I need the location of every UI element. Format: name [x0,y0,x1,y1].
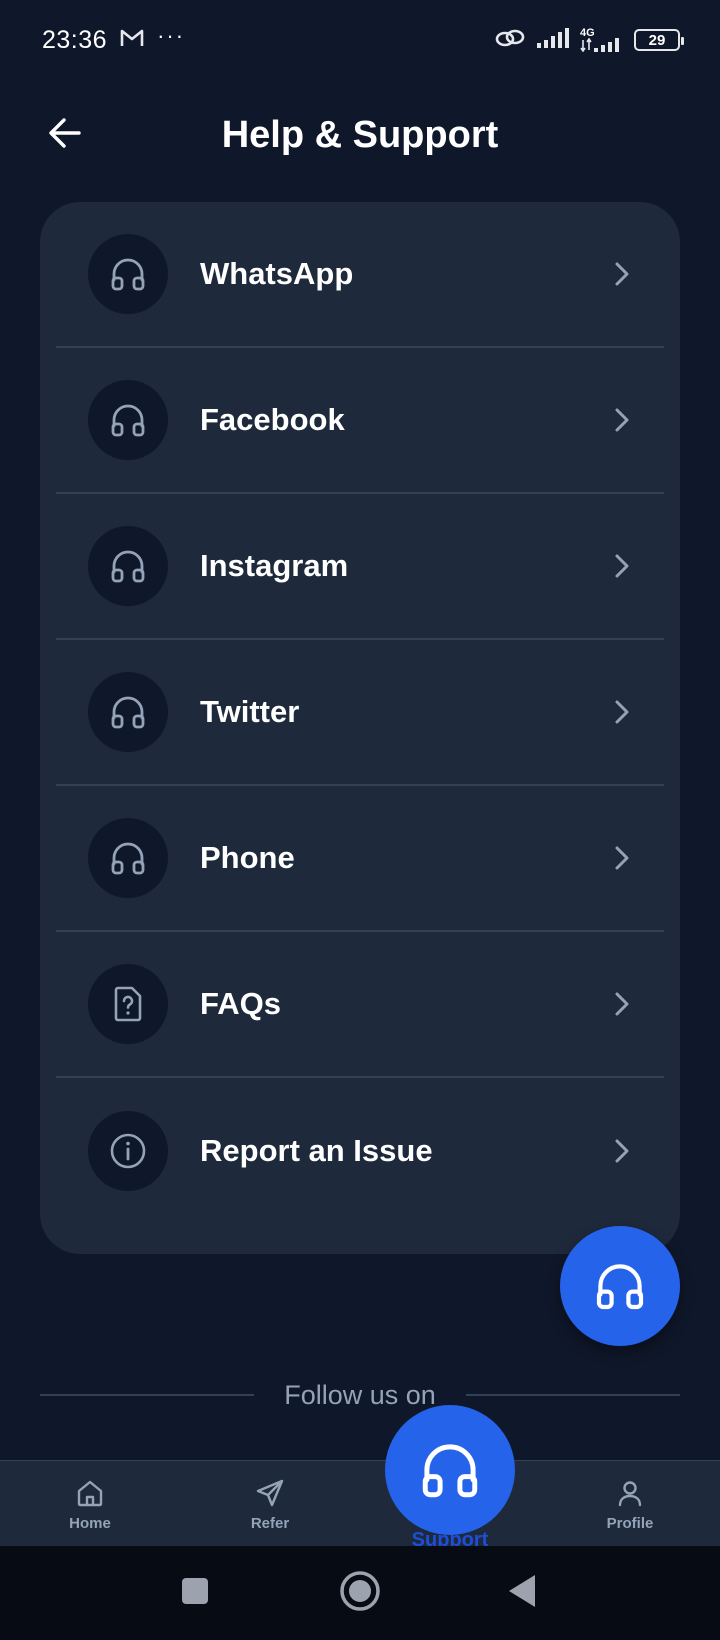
nav-refer[interactable]: Refer [200,1461,340,1547]
back-button[interactable] [40,108,90,158]
square-icon [182,1578,208,1604]
chevron-right-icon [612,990,632,1018]
more-notifications-icon: ··· [157,23,186,48]
nav-profile[interactable]: Profile [560,1461,700,1547]
page-title: Help & Support [221,113,499,156]
home-system-button[interactable] [335,1566,385,1616]
support-item-label: FAQs [200,986,281,1021]
support-item-label: Instagram [200,548,349,583]
circle-icon [340,1571,380,1611]
user-icon [618,1480,642,1506]
home-icon [77,1480,103,1506]
support-item-twitter[interactable]: Twitter [56,640,664,786]
headphones-icon [422,1444,478,1498]
signal-icon [536,27,570,54]
network-type: 4G [580,27,595,39]
headphones-icon [596,1264,644,1310]
support-item-phone[interactable]: Phone [56,786,664,932]
link-icon [494,27,526,54]
triangle-back-icon [509,1575,535,1607]
follow-us-divider: Follow us on [40,1375,681,1415]
battery-indicator: 29 [634,29,684,51]
chevron-right-icon [612,1137,632,1165]
status-right: 4G 29 [494,27,684,54]
nav-refer-label: Refer [250,1514,290,1532]
bottom-nav: Home Refer Support Profile [0,1460,720,1551]
chevron-right-icon [612,844,632,872]
status-time: 23:36 [42,25,108,54]
system-nav-bar [0,1546,720,1640]
headphones-icon [88,380,168,460]
support-item-whatsapp[interactable]: WhatsApp [56,202,664,348]
nav-profile-label: Profile [606,1514,654,1532]
support-item-label: WhatsApp [200,256,354,291]
nav-home-label: Home [69,1514,111,1532]
nav-support-button[interactable] [385,1405,515,1535]
headphones-icon [88,526,168,606]
gmail-icon [119,28,145,53]
chevron-right-icon [612,552,632,580]
chevron-right-icon [612,406,632,434]
back-system-button[interactable] [497,1566,547,1616]
support-item-label: Facebook [200,402,345,437]
headphones-icon [88,672,168,752]
chevron-right-icon [612,260,632,288]
header: Help & Support [0,80,720,190]
support-item-instagram[interactable]: Instagram [56,494,664,640]
support-item-faqs[interactable]: FAQs [56,932,664,1078]
status-left: 23:36 ··· [42,23,186,55]
status-bar: 23:36 ··· 4G 29 [0,0,720,80]
support-item-label: Report an Issue [200,1133,433,1168]
info-icon [88,1111,168,1191]
send-icon [256,1479,284,1506]
divider-line [465,1394,681,1396]
support-options-card: WhatsApp Facebook Instagram Twitter Phon… [40,202,680,1254]
support-item-facebook[interactable]: Facebook [56,348,664,494]
chevron-right-icon [612,698,632,726]
nav-home[interactable]: Home [20,1461,160,1547]
support-item-label: Phone [200,840,295,875]
signal-4g-icon: 4G [580,28,624,52]
headphones-icon [88,234,168,314]
floating-support-button[interactable] [560,1226,680,1346]
divider-line [40,1394,255,1396]
headphones-icon [88,818,168,898]
arrow-left-icon [49,118,81,148]
recents-button[interactable] [170,1566,220,1616]
support-item-report-issue[interactable]: Report an Issue [56,1078,664,1224]
faq-document-icon [88,964,168,1044]
support-item-label: Twitter [200,694,300,729]
